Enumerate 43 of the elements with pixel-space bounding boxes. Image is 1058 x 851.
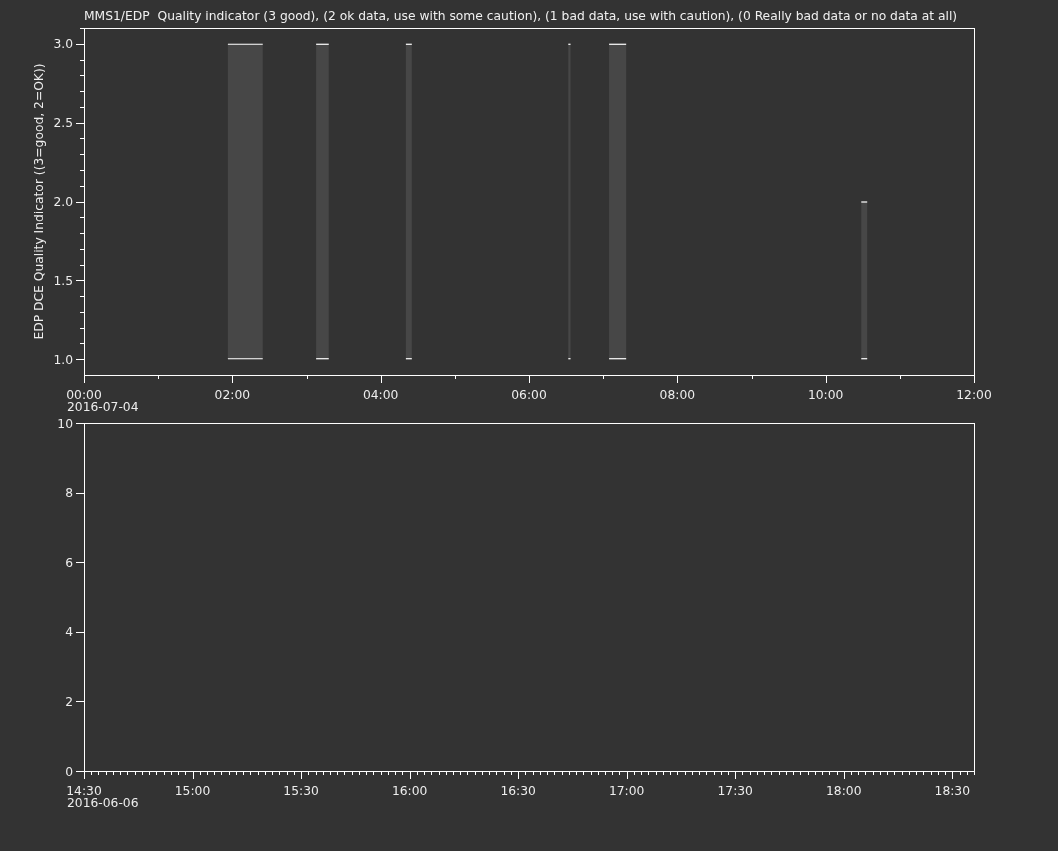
range-top-mark — [860, 201, 868, 203]
range-floor-mark — [227, 358, 264, 360]
tick-label: 04:00 — [362, 388, 399, 402]
axis-label: EDP DCE Quality Indicator ((3=good, 2=OK)) — [32, 63, 46, 340]
plot-title: MMS1/EDP Quality indicator (3 good), (2 ok data, use with some caution), (1 bad data, use with caution), (0 Really bad data or no data at all) — [84, 9, 958, 24]
tick-label: 10 — [57, 416, 73, 431]
tick-label: 17:00 — [608, 784, 645, 798]
date-label: 2016-07-04 — [67, 400, 139, 414]
range-top-mark — [315, 43, 330, 45]
tick-label: 0 — [65, 764, 73, 779]
tick-label: 10:00 — [807, 388, 844, 402]
range-top-mark — [567, 43, 572, 45]
range-top-mark — [608, 43, 627, 45]
tick-label: 1.5 — [53, 273, 73, 288]
tick-label: 3.0 — [53, 37, 73, 52]
tick-label: 06:00 — [511, 388, 547, 402]
range-top-mark — [227, 43, 264, 45]
tick-label: 15:30 — [283, 784, 319, 798]
tick-label: 00:00 — [66, 388, 102, 402]
tick-label: 17:30 — [717, 784, 753, 798]
range-floor-mark — [860, 358, 868, 360]
tick-label: 02:00 — [214, 388, 251, 402]
tick-label: 18:30 — [934, 784, 970, 798]
tick-label: 6 — [65, 555, 73, 570]
range-floor-mark — [608, 358, 627, 360]
tick-label: 16:30 — [500, 784, 536, 798]
tick-label: 14:30 — [66, 784, 102, 798]
tick-label: 12:00 — [956, 388, 992, 402]
tick-label: 15:00 — [174, 784, 211, 798]
tick-label: 8 — [65, 486, 73, 501]
range-floor-mark — [315, 358, 330, 360]
date-label: 2016-06-06 — [67, 796, 139, 810]
range-floor-mark — [405, 358, 413, 360]
tick-label: 08:00 — [659, 388, 696, 402]
tick-label: 2 — [65, 694, 73, 709]
tick-label: 1.0 — [53, 352, 73, 367]
tick-label: 18:00 — [826, 784, 862, 798]
range-top-mark — [405, 43, 413, 45]
range-floor-mark — [567, 358, 572, 360]
tick-label: 2.0 — [53, 195, 73, 209]
tick-label: 16:00 — [391, 784, 428, 798]
tick-label: 4 — [65, 625, 73, 640]
tick-label: 2.5 — [53, 116, 73, 131]
